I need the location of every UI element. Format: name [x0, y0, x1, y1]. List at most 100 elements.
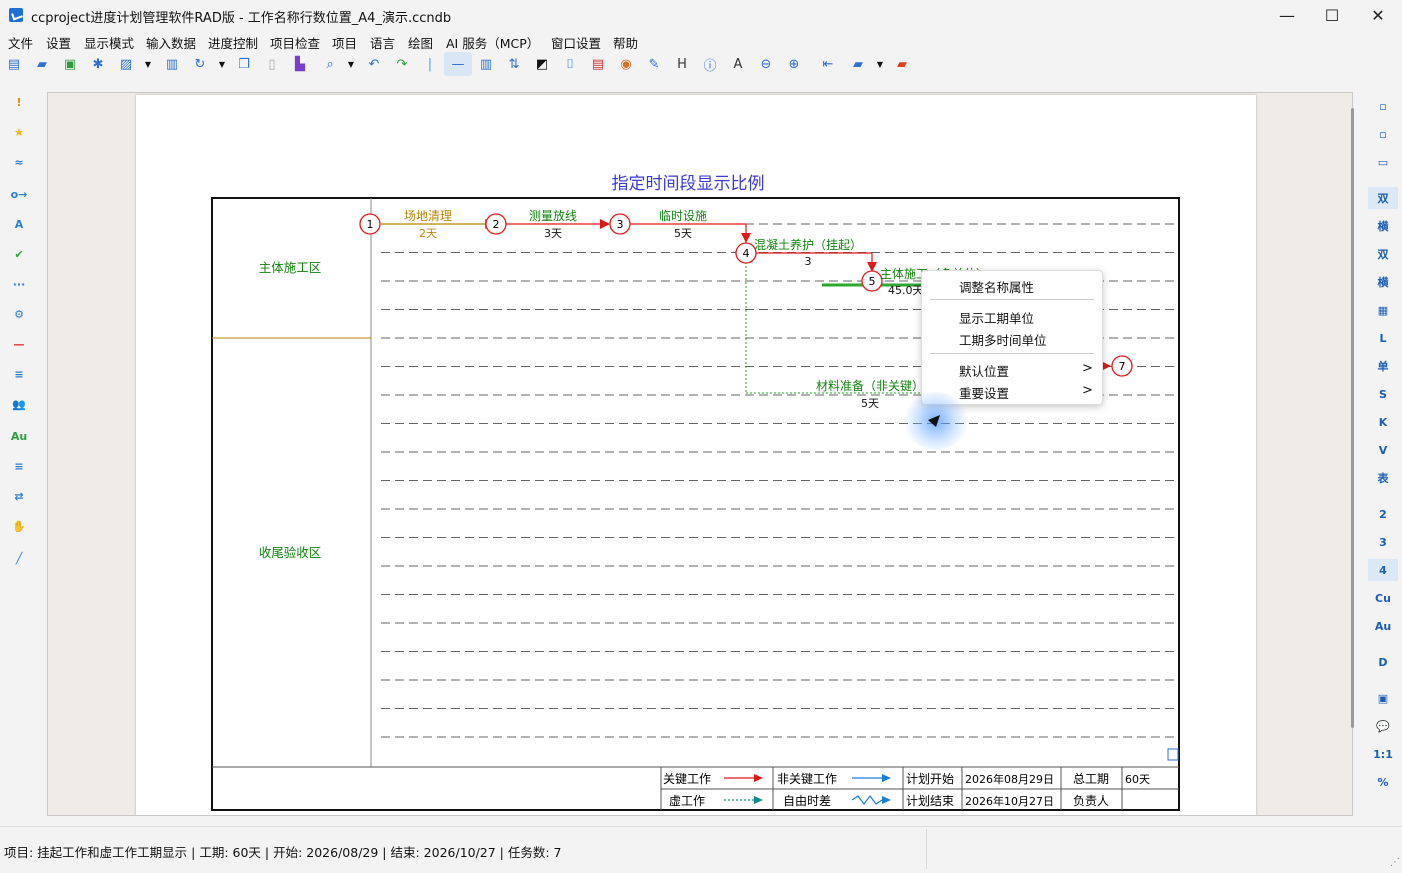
- menu-check[interactable]: 项目检查: [270, 33, 320, 52]
- comment-icon[interactable]: 💬: [1368, 715, 1398, 737]
- text-icon[interactable]: A: [730, 56, 746, 72]
- number-2-icon[interactable]: 2: [1368, 503, 1398, 525]
- menu-progress[interactable]: 进度控制: [208, 33, 258, 52]
- zoom-icon[interactable]: ⌕: [322, 56, 338, 72]
- percent-icon[interactable]: %: [1368, 771, 1398, 793]
- node-label: 4: [743, 247, 750, 260]
- number-4-icon[interactable]: 4: [1368, 559, 1398, 581]
- menu-item-adjust-name[interactable]: 调整名称属性: [959, 277, 1034, 296]
- minimize-button[interactable]: —: [1264, 0, 1310, 31]
- letter-k-icon[interactable]: K: [1368, 411, 1398, 433]
- star-icon[interactable]: ★: [6, 122, 32, 142]
- horizontal-text-icon[interactable]: 横: [1368, 215, 1398, 237]
- canvas-area[interactable]: 指定时间段显示比例 主体施工区 收尾验收区 1 2 3 4 5 7 场地清理 2…: [47, 92, 1353, 816]
- double-text-icon[interactable]: 双: [1368, 187, 1398, 209]
- edit-icon[interactable]: ✎: [646, 56, 662, 72]
- pen-icon[interactable]: ╱: [6, 548, 32, 568]
- line-mode-icon[interactable]: —: [450, 56, 466, 72]
- folder-icon[interactable]: ▰: [850, 56, 866, 72]
- au-icon[interactable]: Au: [1368, 615, 1398, 637]
- legend-label: 负责人: [1073, 794, 1109, 808]
- wave-icon[interactable]: ≈: [6, 152, 32, 172]
- image-icon[interactable]: ▨: [118, 56, 134, 72]
- filter-icon[interactable]: ≡: [6, 456, 32, 476]
- layer-icon[interactable]: ▤: [590, 56, 606, 72]
- menu-help[interactable]: 帮助: [613, 33, 638, 52]
- copy-icon[interactable]: ❐: [236, 56, 252, 72]
- menu-draw[interactable]: 绘图: [408, 33, 433, 52]
- menu-file[interactable]: 文件: [8, 33, 33, 52]
- number-3-icon[interactable]: 3: [1368, 531, 1398, 553]
- exclamation-icon[interactable]: !: [6, 92, 32, 112]
- dropdown-arrow-icon[interactable]: ▼: [343, 56, 359, 72]
- undo-icon[interactable]: ↶: [366, 56, 382, 72]
- swap-icon[interactable]: ⇄: [6, 486, 32, 506]
- minus-icon[interactable]: —: [6, 334, 32, 354]
- menu-language[interactable]: 语言: [370, 33, 395, 52]
- letter-s-icon[interactable]: S: [1368, 383, 1398, 405]
- dropdown-arrow-icon[interactable]: ▼: [140, 56, 156, 72]
- menu-item-important-settings[interactable]: 重要设置: [959, 383, 1009, 402]
- sort-icon[interactable]: ⇅: [506, 56, 522, 72]
- vertical-scrollbar[interactable]: [1351, 108, 1354, 728]
- paste-icon[interactable]: ▯: [264, 56, 280, 72]
- menu-item-default-position[interactable]: 默认位置: [959, 361, 1009, 380]
- double-hot-icon[interactable]: 双: [1368, 243, 1398, 265]
- table-text-icon[interactable]: 表: [1368, 467, 1398, 489]
- menu-item-multi-unit[interactable]: 工期多时间单位: [959, 330, 1047, 349]
- letter-v-icon[interactable]: V: [1368, 439, 1398, 461]
- cu-icon[interactable]: Cu: [1368, 587, 1398, 609]
- users-icon[interactable]: 👥: [6, 394, 32, 414]
- font-size-icon[interactable]: Au: [6, 426, 32, 446]
- redo-icon[interactable]: ↷: [394, 56, 410, 72]
- network-diagram[interactable]: 指定时间段显示比例 主体施工区 收尾验收区 1 2 3 4 5 7 场地清理 2…: [136, 95, 1256, 816]
- menu-input[interactable]: 输入数据: [146, 33, 196, 52]
- single-text-icon[interactable]: 单: [1368, 355, 1398, 377]
- menu-settings[interactable]: 设置: [46, 33, 71, 52]
- dropdown-arrow-icon[interactable]: ▼: [872, 56, 888, 72]
- new-file-icon[interactable]: ▤: [6, 56, 22, 72]
- open-folder-icon[interactable]: ▰: [34, 56, 50, 72]
- dropdown-arrow-icon[interactable]: ▼: [214, 56, 230, 72]
- check-icon[interactable]: ✔: [6, 244, 32, 264]
- table-icon[interactable]: ▦: [1368, 299, 1398, 321]
- red-folder-icon[interactable]: ▰: [894, 56, 910, 72]
- panel-bottom-icon[interactable]: ▭: [1368, 151, 1398, 173]
- info-icon[interactable]: ⓘ: [702, 56, 718, 74]
- save-icon[interactable]: ▣: [62, 56, 78, 72]
- letter-d-icon[interactable]: D: [1368, 651, 1398, 673]
- column-bars-icon[interactable]: ▥: [478, 56, 494, 72]
- format-brush-icon[interactable]: ▙: [292, 56, 308, 72]
- snowflake-icon[interactable]: ✱: [90, 56, 106, 72]
- palette-icon[interactable]: ◉: [618, 56, 634, 72]
- panel-left-icon[interactable]: ▫: [1368, 95, 1398, 117]
- refresh-icon[interactable]: ↻: [192, 56, 208, 72]
- panel-right-icon[interactable]: ▫: [1368, 123, 1398, 145]
- menu-ai[interactable]: AI 服务（MCP）: [446, 33, 539, 52]
- print-icon[interactable]: ▥: [164, 56, 180, 72]
- zoom-out-icon[interactable]: ⊖: [758, 56, 774, 72]
- link-arrow-icon[interactable]: o→: [6, 184, 32, 204]
- letter-l-icon[interactable]: L: [1368, 327, 1398, 349]
- resize-grip-icon[interactable]: ⋰: [1390, 857, 1400, 868]
- maximize-button[interactable]: ☐: [1309, 0, 1355, 31]
- back-icon[interactable]: ⇤: [820, 56, 836, 72]
- menu-window[interactable]: 窗口设置: [551, 33, 601, 52]
- close-button[interactable]: ✕: [1355, 0, 1401, 31]
- sort-lines-icon[interactable]: ≡: [6, 364, 32, 384]
- hand-icon[interactable]: ✋: [6, 516, 32, 536]
- paint-roller-icon[interactable]: ⌷: [562, 56, 578, 72]
- table-mini-icon[interactable]: [1167, 748, 1179, 761]
- gear-icon[interactable]: ⚙: [6, 304, 32, 324]
- menu-project[interactable]: 项目: [332, 33, 357, 52]
- frame-icon[interactable]: ▣: [1368, 687, 1398, 709]
- menu-item-show-unit[interactable]: 显示工期单位: [959, 308, 1034, 327]
- zoom-in-icon[interactable]: ⊕: [786, 56, 802, 72]
- menu-display[interactable]: 显示模式: [84, 33, 134, 52]
- contrast-icon[interactable]: ◩: [534, 56, 550, 72]
- scale-icon[interactable]: 1:1: [1368, 743, 1398, 765]
- horizontal-hot-icon[interactable]: 横: [1368, 271, 1398, 293]
- dots-line-icon[interactable]: ···: [6, 274, 32, 294]
- text-style-icon[interactable]: A: [6, 214, 32, 234]
- heading-icon[interactable]: H: [674, 56, 690, 72]
